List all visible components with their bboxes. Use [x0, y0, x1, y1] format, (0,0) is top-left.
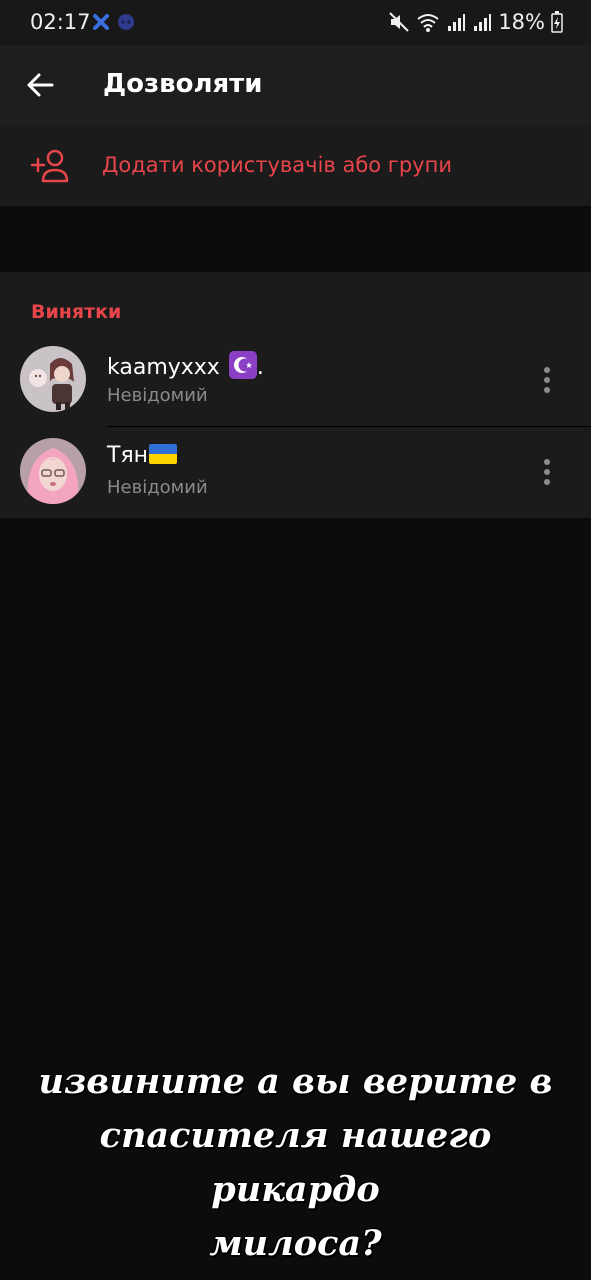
star-and-crescent-icon: [228, 351, 257, 379]
more-vert-icon: [544, 367, 550, 373]
status-right: 18%: [388, 9, 563, 35]
avatar: [20, 438, 86, 504]
add-users-button[interactable]: Додати користувачів або групи: [0, 126, 591, 206]
signal-icon: [448, 14, 466, 31]
contact-name: Тян: [107, 443, 178, 468]
discord-icon: [118, 14, 134, 30]
caption-line: милоса?: [209, 1223, 382, 1264]
contact-status: Невідомий: [107, 477, 208, 498]
list-item[interactable]: Тян Невідомий: [0, 428, 591, 518]
contact-name-suffix: .: [256, 355, 264, 380]
status-bar: 02:17 18%: [0, 0, 591, 45]
contact-status: Невідомий: [107, 385, 208, 406]
caption-line: спасителя нашего рикардо: [99, 1115, 492, 1210]
arrow-left-icon: [27, 73, 54, 97]
mute-icon: [389, 12, 410, 32]
page-title: Дозволяти: [103, 69, 263, 99]
notification-app-icon: [93, 14, 109, 30]
avatar: [20, 346, 86, 412]
exceptions-section: Винятки kaamyxxx . Невідомий Тян Невідом…: [0, 272, 591, 518]
contact-name: kaamyxxx .: [107, 351, 264, 380]
battery-percent: 18%: [498, 10, 545, 34]
screen: 02:17 18% Дозволяти Додати користувачів …: [0, 0, 591, 1280]
more-options-button[interactable]: [532, 454, 562, 490]
signal-icon: [474, 14, 492, 31]
divider: [107, 426, 591, 427]
contact-name-text: Тян: [107, 443, 149, 468]
ukraine-flag-icon: [149, 444, 178, 464]
contact-name-text: kaamyxxx: [107, 355, 220, 380]
back-button[interactable]: [20, 65, 60, 105]
wifi-icon: [417, 14, 439, 32]
add-users-label: Додати користувачів або групи: [102, 153, 452, 177]
battery-charging-icon: [551, 11, 563, 33]
add-user-icon: [30, 149, 69, 183]
more-vert-icon: [544, 459, 550, 465]
list-item[interactable]: kaamyxxx . Невідомий: [0, 336, 591, 426]
status-time: 02:17: [30, 10, 91, 34]
caption-overlay: извините а вы верите в спасителя нашего …: [30, 1055, 561, 1271]
more-options-button[interactable]: [532, 362, 562, 398]
section-title: Винятки: [31, 301, 122, 323]
app-bar: Дозволяти: [0, 45, 591, 126]
caption-line: извините а вы верите в: [38, 1061, 553, 1102]
